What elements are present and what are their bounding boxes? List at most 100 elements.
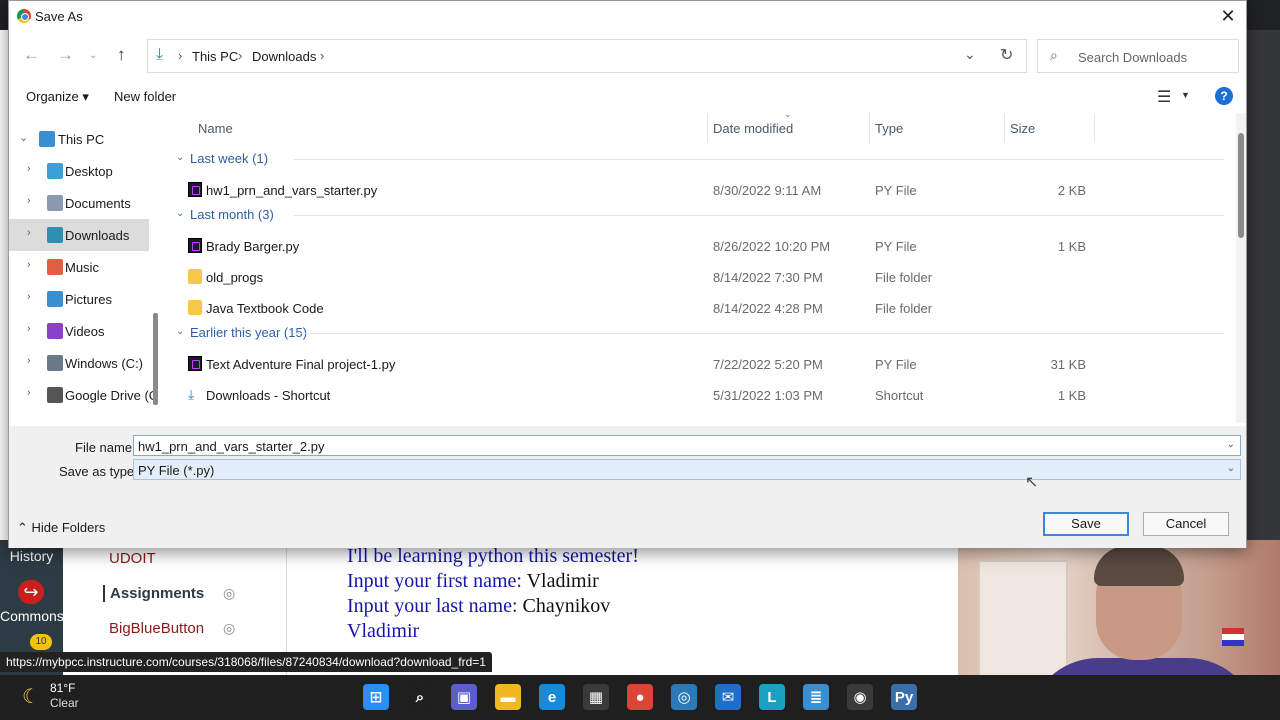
moon-icon: ☾: [22, 685, 40, 708]
notepad-icon[interactable]: ≣: [803, 684, 829, 710]
view-options-icon[interactable]: ☰: [1157, 87, 1171, 107]
column-divider[interactable]: [1094, 113, 1095, 143]
file-row[interactable]: Java Textbook Code 8/14/2022 4:28 PM File …: [164, 293, 1234, 323]
shortcut-icon: ⤓: [188, 386, 195, 402]
nav-item-videos[interactable]: › Videos: [9, 315, 149, 347]
group-header[interactable]: ⌄ Earlier this year (15): [164, 321, 1234, 345]
file-row[interactable]: Brady Barger.py 8/26/2022 10:20 PM PY File…: [164, 231, 1234, 261]
chevron-right-icon[interactable]: ›: [27, 227, 31, 239]
chevron-right-icon[interactable]: ›: [27, 323, 31, 335]
refresh-icon[interactable]: ↻: [1000, 45, 1013, 65]
chevron-down-icon[interactable]: ⌄: [176, 208, 184, 219]
file-row[interactable]: hw1_prn_and_vars_starter.py 8/30/2022 9:1…: [164, 175, 1234, 205]
file-name-field[interactable]: hw1_prn_and_vars_starter_2.py ⌄: [133, 435, 1241, 456]
chevron-right-icon[interactable]: ›: [27, 195, 31, 207]
nav-item-pictures[interactable]: › Pictures: [9, 283, 149, 315]
nav-history[interactable]: History: [0, 548, 63, 564]
breadcrumb-downloads[interactable]: Downloads: [252, 49, 316, 64]
new-folder-button[interactable]: New folder: [114, 89, 176, 104]
file-row[interactable]: ⤓ Downloads - Shortcut 5/31/2022 1:03 PM Sh…: [164, 380, 1234, 410]
forward-icon[interactable]: →: [57, 45, 74, 65]
group-header[interactable]: ⌄ Last week (1): [164, 147, 1234, 171]
save-type-select[interactable]: PY File (*.py) ⌄: [133, 459, 1241, 480]
file-size: 31 KB: [1050, 357, 1086, 372]
commons-icon[interactable]: ↪: [18, 580, 44, 604]
organize-button[interactable]: Organize ▾: [26, 89, 89, 105]
documents-icon: [47, 195, 63, 211]
up-icon[interactable]: ↑: [117, 45, 126, 65]
group-header[interactable]: ⌄ Last month (3): [164, 203, 1234, 227]
file-date: 7/22/2022 5:20 PM: [713, 357, 823, 372]
back-icon[interactable]: ←: [23, 45, 40, 65]
mail-icon[interactable]: ✉: [715, 684, 741, 710]
address-bar[interactable]: ⤓ › This PC › Downloads › ⌄ ↻: [147, 39, 1027, 73]
nav-pane-scrollbar[interactable]: [153, 313, 158, 405]
chevron-right-icon[interactable]: ›: [27, 259, 31, 271]
webcam-app-icon[interactable]: ◎: [671, 684, 697, 710]
column-divider[interactable]: [1004, 113, 1005, 143]
chevron-right-icon[interactable]: ›: [27, 291, 31, 303]
hide-folders-button[interactable]: ⌃ Hide Folders: [17, 520, 105, 536]
chevron-down-icon[interactable]: ⌄: [176, 326, 184, 337]
chevron-right-icon[interactable]: ›: [178, 48, 182, 63]
column-divider[interactable]: [707, 113, 708, 143]
file-list-scrollbar[interactable]: [1236, 113, 1246, 423]
column-header-type[interactable]: Type: [875, 121, 903, 136]
file-date: 8/14/2022 7:30 PM: [713, 270, 823, 285]
python-icon[interactable]: Py: [891, 684, 917, 710]
chevron-right-icon[interactable]: ›: [27, 387, 31, 399]
course-nav-assignments[interactable]: Assignments: [103, 585, 204, 602]
column-header-size[interactable]: Size: [1010, 121, 1035, 136]
group-label: Earlier this year (15): [190, 325, 308, 340]
chevron-down-icon[interactable]: ⌄: [1227, 439, 1235, 450]
obs-icon[interactable]: ◉: [847, 684, 873, 710]
search-box[interactable]: ⌕ Search Downloads: [1037, 39, 1239, 73]
chevron-right-icon[interactable]: ›: [27, 355, 31, 367]
group-label: Last month (3): [190, 207, 274, 222]
course-nav-udoit[interactable]: UDOIT: [109, 550, 156, 567]
nav-item-label: Music: [65, 260, 99, 275]
column-divider[interactable]: [869, 113, 870, 143]
chevron-down-icon[interactable]: ⌄: [1227, 463, 1235, 474]
close-icon[interactable]: ✕: [1216, 5, 1240, 29]
file-date: 8/30/2022 9:11 AM: [713, 183, 822, 198]
teams-chat-icon[interactable]: ▣: [451, 684, 477, 710]
chevron-down-icon[interactable]: ⌄: [964, 46, 976, 63]
file-explorer-icon[interactable]: ▬: [495, 684, 521, 710]
music-icon: [47, 259, 63, 275]
file-row[interactable]: old_progs 8/14/2022 7:30 PM File folder: [164, 262, 1234, 292]
nav-commons[interactable]: Commons: [0, 608, 64, 624]
search-icon[interactable]: ⌕: [407, 684, 433, 710]
column-header-name[interactable]: Name: [198, 121, 233, 136]
breadcrumb-this-pc[interactable]: This PC: [192, 49, 238, 64]
column-header-date[interactable]: Date modified: [713, 121, 793, 136]
chevron-down-icon[interactable]: ▼: [1181, 90, 1190, 100]
store-icon[interactable]: ▦: [583, 684, 609, 710]
chevron-down-icon[interactable]: ⌄: [19, 131, 28, 144]
recent-locations-icon[interactable]: ⌄: [89, 50, 97, 61]
videos-icon: [47, 323, 63, 339]
help-icon[interactable]: ?: [1215, 87, 1233, 105]
l-app-icon[interactable]: L: [759, 684, 785, 710]
chevron-right-icon[interactable]: ›: [27, 163, 31, 175]
windows-start-icon[interactable]: ⊞: [363, 684, 389, 710]
weather-widget[interactable]: ☾ 81°F Clear: [22, 681, 79, 711]
chrome-icon[interactable]: ●: [627, 684, 653, 710]
scroll-thumb[interactable]: [1238, 133, 1244, 238]
nav-item-this-pc[interactable]: ⌄ This PC: [9, 123, 149, 155]
nav-item-music[interactable]: › Music: [9, 251, 149, 283]
nav-item-documents[interactable]: › Documents: [9, 187, 149, 219]
edge-icon[interactable]: e: [539, 684, 565, 710]
nav-item-google-drive-g[interactable]: › Google Drive (G: [9, 379, 159, 411]
chevron-down-icon[interactable]: ⌄: [176, 152, 184, 163]
cancel-button[interactable]: Cancel: [1143, 512, 1229, 536]
file-row[interactable]: Text Adventure Final project-1.py 7/22/20…: [164, 349, 1234, 379]
chevron-right-icon[interactable]: ›: [238, 48, 242, 63]
chevron-right-icon[interactable]: ›: [320, 48, 324, 63]
nav-item-downloads[interactable]: › Downloads: [9, 219, 149, 251]
nav-item-windows-c[interactable]: › Windows (C:): [9, 347, 149, 379]
file-type: PY File: [875, 183, 917, 198]
nav-item-desktop[interactable]: › Desktop: [9, 155, 149, 187]
course-nav-bigbluebutton[interactable]: BigBlueButton: [109, 620, 204, 637]
save-button[interactable]: Save: [1043, 512, 1129, 536]
